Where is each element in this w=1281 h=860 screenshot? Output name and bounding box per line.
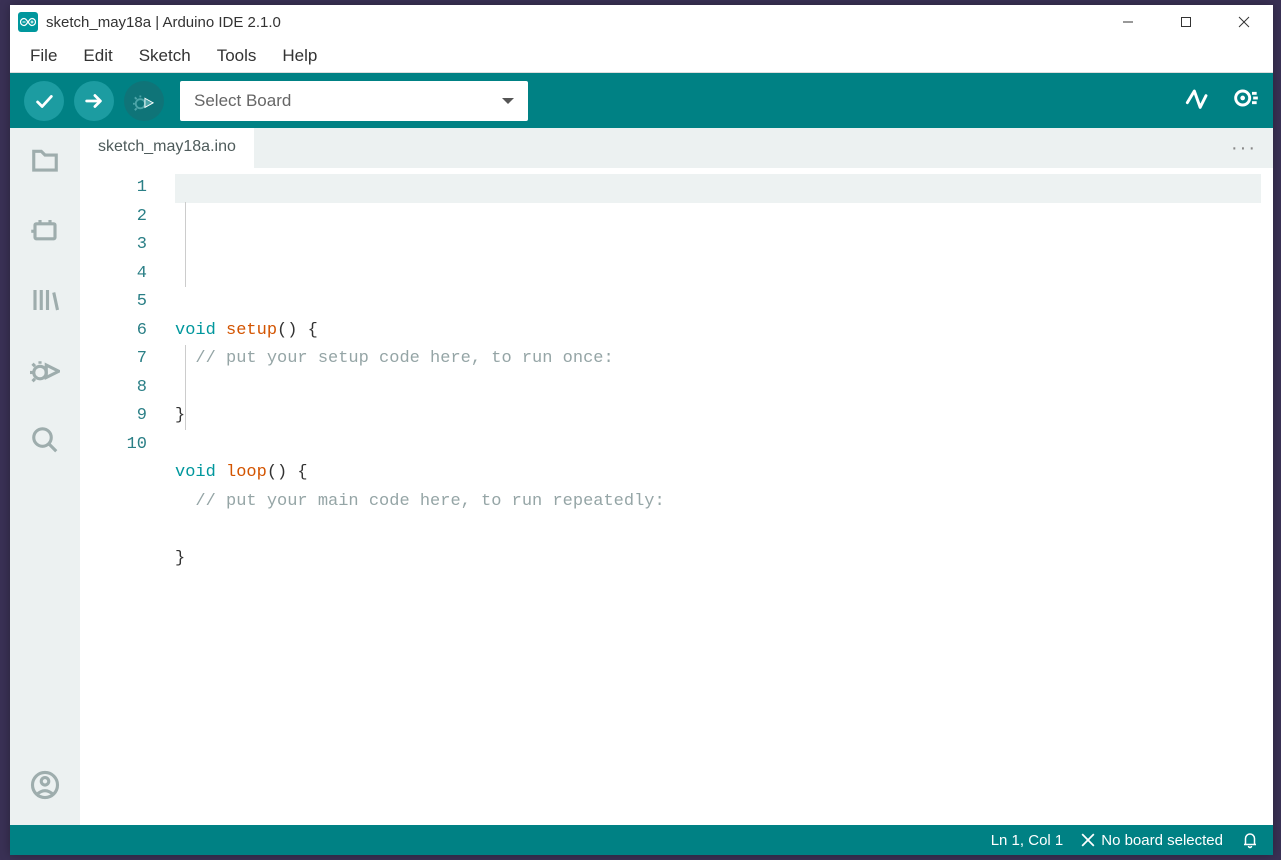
tab-more-button[interactable]: ···: [1215, 128, 1273, 168]
board-select-dropdown[interactable]: Select Board: [180, 81, 528, 121]
debug-button[interactable]: [124, 81, 164, 121]
search-button[interactable]: [25, 420, 65, 460]
tab-bar: sketch_may18a.ino ···: [80, 128, 1273, 168]
app-icon: [18, 12, 38, 32]
activity-bar: [10, 128, 80, 825]
titlebar: sketch_may18a | Arduino IDE 2.1.0: [10, 5, 1273, 39]
serial-plotter-button[interactable]: [1185, 84, 1213, 117]
window-title: sketch_may18a | Arduino IDE 2.1.0: [46, 14, 281, 31]
menubar: File Edit Sketch Tools Help: [10, 39, 1273, 73]
verify-button[interactable]: [24, 81, 64, 121]
chevron-down-icon: [502, 98, 514, 104]
menu-help[interactable]: Help: [272, 42, 327, 70]
status-bar: Ln 1, Col 1 No board selected: [10, 825, 1273, 855]
maximize-button[interactable]: [1157, 5, 1215, 39]
upload-button[interactable]: [74, 81, 114, 121]
menu-tools[interactable]: Tools: [207, 42, 267, 70]
account-button[interactable]: [25, 765, 65, 805]
app-window: sketch_may18a | Arduino IDE 2.1.0 File E…: [10, 5, 1273, 855]
boards-manager-button[interactable]: [25, 210, 65, 250]
editor-area: sketch_may18a.ino ··· 12345678910 void s…: [80, 128, 1273, 825]
cursor-position[interactable]: Ln 1, Col 1: [991, 832, 1064, 849]
code-content[interactable]: void setup() { // put your setup code he…: [175, 168, 1273, 825]
menu-file[interactable]: File: [20, 42, 67, 70]
window-controls: [1099, 5, 1273, 39]
serial-monitor-button[interactable]: [1231, 84, 1259, 117]
main-area: sketch_may18a.ino ··· 12345678910 void s…: [10, 128, 1273, 825]
indent-guide: [185, 202, 186, 287]
menu-sketch[interactable]: Sketch: [129, 42, 201, 70]
toolbar: Select Board: [10, 73, 1273, 128]
close-button[interactable]: [1215, 5, 1273, 39]
notifications-button[interactable]: [1241, 831, 1259, 849]
close-icon: [1081, 833, 1095, 847]
bell-icon: [1241, 831, 1259, 849]
code-editor[interactable]: 12345678910 void setup() { // put your s…: [80, 168, 1273, 825]
sketchbook-button[interactable]: [25, 140, 65, 180]
board-status-text: No board selected: [1101, 832, 1223, 849]
minimize-button[interactable]: [1099, 5, 1157, 39]
line-numbers: 12345678910: [80, 168, 175, 825]
library-manager-button[interactable]: [25, 280, 65, 320]
current-line-highlight: [175, 174, 1261, 203]
debug-panel-button[interactable]: [25, 350, 65, 390]
board-status[interactable]: No board selected: [1081, 832, 1223, 849]
menu-edit[interactable]: Edit: [73, 42, 122, 70]
tab-active[interactable]: sketch_may18a.ino: [80, 128, 254, 168]
board-select-label: Select Board: [194, 91, 502, 111]
